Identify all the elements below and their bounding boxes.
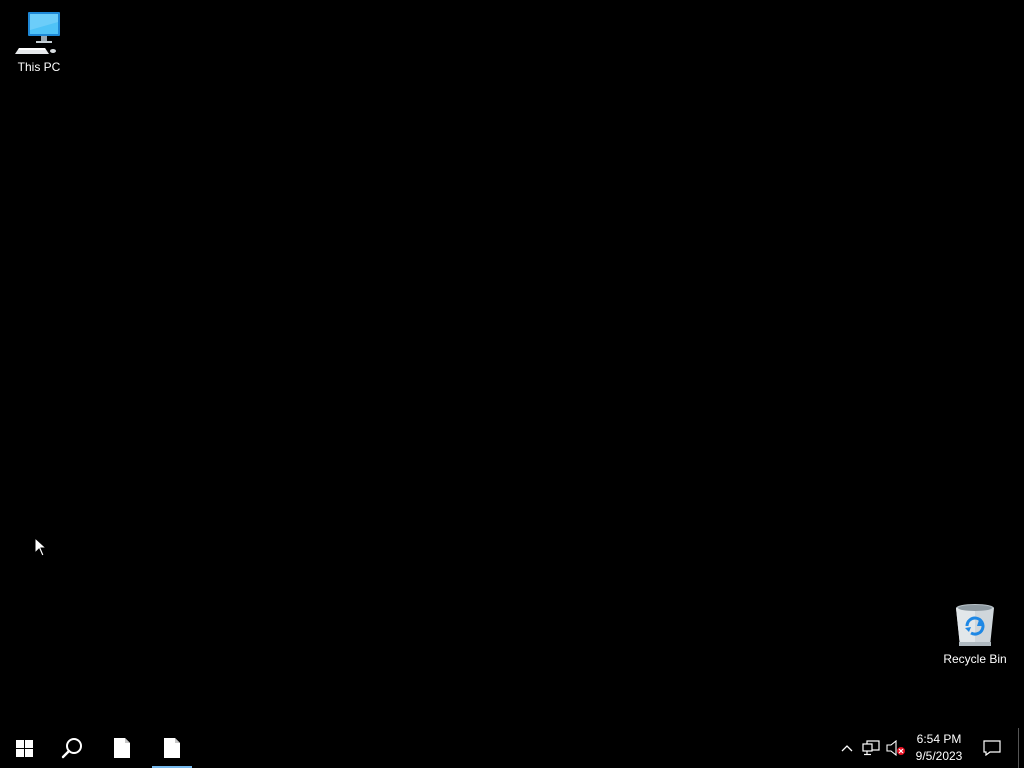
volume-tray-button[interactable] (884, 728, 908, 768)
taskbar-app-file-2[interactable] (148, 728, 196, 768)
this-pc-icon (15, 12, 60, 54)
blank-file-icon (114, 738, 130, 758)
action-center-button[interactable] (974, 728, 1010, 768)
clock-date: 9/5/2023 (915, 749, 963, 763)
clock-time: 6:54 PM (916, 732, 962, 746)
search-icon (61, 738, 82, 759)
show-desktop-button[interactable] (1018, 728, 1024, 768)
volume-muted-icon (886, 740, 905, 756)
recycle-bin-icon (956, 604, 994, 646)
network-icon (862, 740, 880, 756)
chevron-up-icon (841, 745, 853, 752)
search-button[interactable] (48, 728, 96, 768)
start-button[interactable] (0, 728, 48, 768)
action-center-icon (983, 740, 1001, 756)
show-hidden-icons-button[interactable] (836, 728, 858, 768)
desktop-icon-this-pc[interactable]: This PC (1, 10, 77, 74)
taskbar: 6:54 PM 9/5/2023 (0, 728, 1024, 768)
taskbar-app-file-1[interactable] (98, 728, 146, 768)
taskbar-clock[interactable]: 6:54 PM 9/5/2023 (908, 728, 970, 768)
network-tray-button[interactable] (859, 728, 883, 768)
desktop[interactable]: This PC Recycle Bin (0, 0, 1024, 728)
desktop-icon-label: Recycle Bin (943, 652, 1007, 666)
mouse-cursor-icon (34, 537, 48, 557)
windows-logo-icon (15, 739, 33, 757)
blank-file-icon (164, 738, 180, 758)
desktop-icon-label: This PC (17, 60, 61, 74)
desktop-icon-recycle-bin[interactable]: Recycle Bin (937, 602, 1013, 666)
